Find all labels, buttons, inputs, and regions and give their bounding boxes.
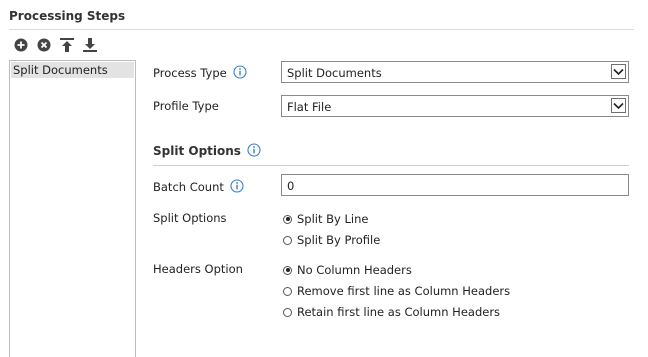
process-type-value: Split Documents [287, 66, 382, 80]
process-type-label: Process Type [153, 66, 227, 80]
title-divider [9, 29, 634, 30]
radio-label: Split By Profile [297, 233, 381, 247]
radio-circle[interactable] [283, 286, 292, 296]
profile-type-value: Flat File [287, 100, 332, 114]
step-item-split-documents[interactable]: Split Documents [11, 62, 134, 78]
batch-count-input[interactable]: 0 [281, 174, 629, 196]
process-type-select[interactable]: Split Documents [281, 61, 629, 83]
radio-circle[interactable] [283, 307, 292, 317]
steps-toolbar [13, 37, 98, 53]
radio-no-column-headers[interactable]: No Column Headers [283, 263, 412, 277]
steps-list: Split Documents [9, 60, 136, 357]
info-icon[interactable] [233, 65, 247, 82]
batch-count-label: Batch Count [153, 180, 224, 194]
radio-split-by-profile[interactable]: Split By Profile [283, 233, 380, 247]
radio-remove-first-line[interactable]: Remove first line as Column Headers [283, 284, 510, 298]
chevron-down-icon[interactable] [611, 64, 626, 79]
batch-count-label-row: Batch Count [153, 179, 244, 196]
remove-icon[interactable] [36, 37, 52, 53]
radio-label: Remove first line as Column Headers [297, 284, 511, 298]
profile-type-select[interactable]: Flat File [281, 95, 629, 117]
section-divider [153, 165, 629, 166]
panel-title: Processing Steps [9, 9, 126, 23]
radio-label: Split By Line [297, 212, 369, 226]
radio-circle-selected[interactable] [283, 265, 292, 275]
radio-retain-first-line[interactable]: Retain first line as Column Headers [283, 305, 500, 319]
radio-circle[interactable] [283, 235, 292, 245]
section-title: Split Options [153, 144, 241, 158]
radio-split-by-line[interactable]: Split By Line [283, 212, 368, 226]
profile-type-label: Profile Type [153, 99, 219, 113]
radio-label: Retain first line as Column Headers [297, 305, 501, 319]
batch-count-value: 0 [287, 179, 295, 193]
split-options-label: Split Options [153, 211, 227, 225]
chevron-down-icon[interactable] [611, 98, 626, 113]
process-type-label-row: Process Type [153, 65, 247, 82]
split-options-section-header: Split Options [153, 143, 261, 160]
add-icon[interactable] [13, 37, 29, 53]
move-to-top-icon[interactable] [59, 37, 75, 53]
info-icon[interactable] [230, 179, 244, 196]
radio-circle-selected[interactable] [283, 214, 292, 224]
move-to-bottom-icon[interactable] [82, 37, 98, 53]
radio-label: No Column Headers [297, 263, 412, 277]
headers-option-label: Headers Option [153, 262, 243, 276]
info-icon[interactable] [247, 143, 261, 160]
